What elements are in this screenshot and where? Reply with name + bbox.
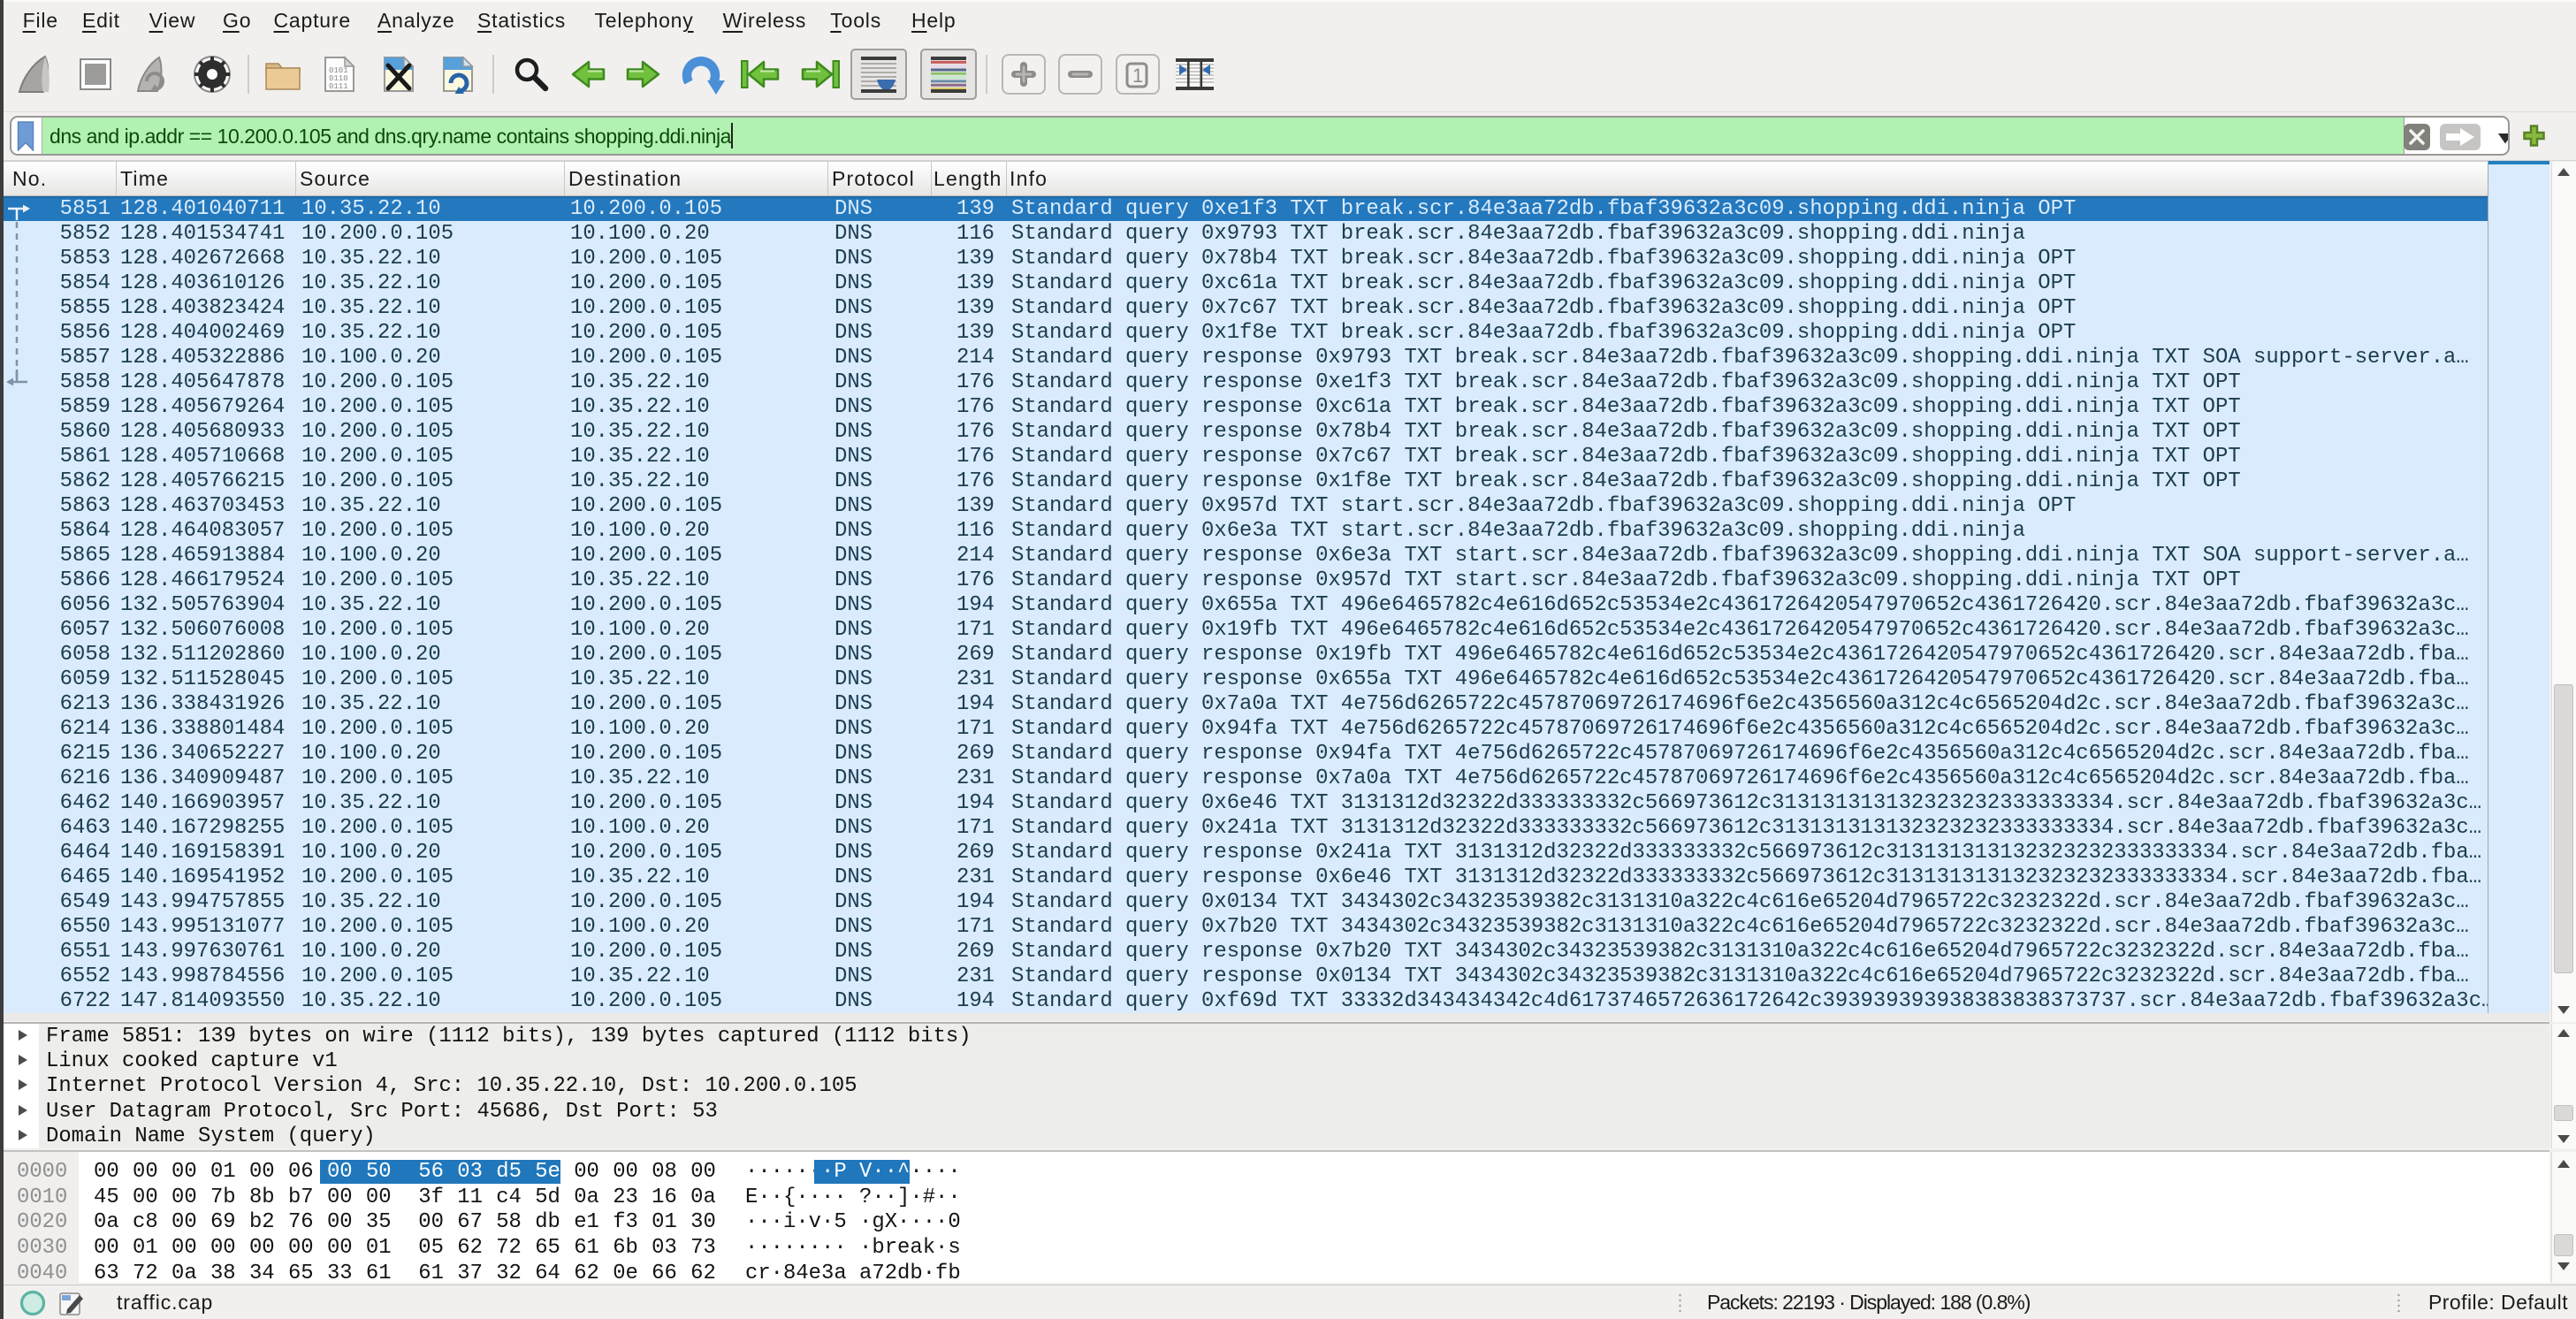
svg-text:1: 1 bbox=[1132, 65, 1143, 87]
svg-text:0111: 0111 bbox=[329, 82, 348, 91]
